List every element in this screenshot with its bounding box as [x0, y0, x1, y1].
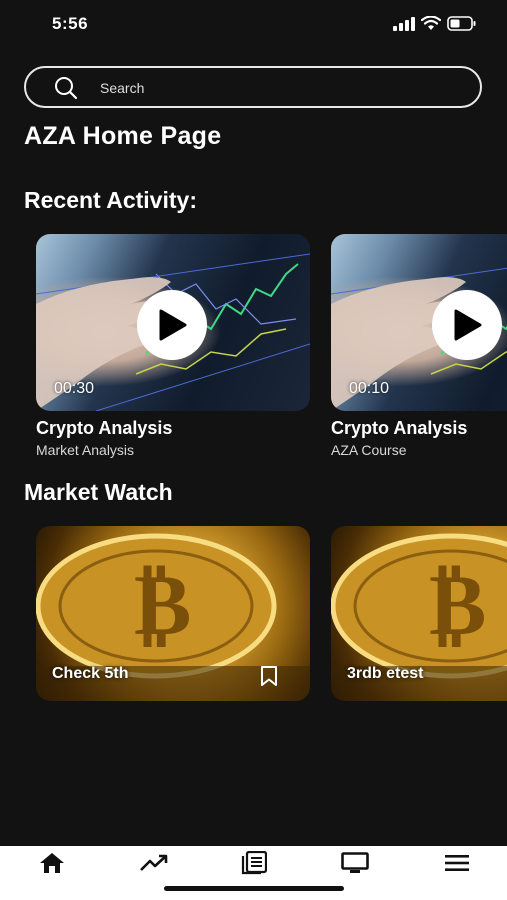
- status-bar: 5:56: [0, 0, 507, 48]
- news-icon: [241, 851, 267, 875]
- market-card-label: 3rdb etest: [347, 665, 424, 682]
- market-card[interactable]: ₿ 3rdb etest: [331, 526, 507, 701]
- monitor-icon: [341, 852, 369, 873]
- video-duration: 00:10: [349, 380, 390, 397]
- menu-icon: [445, 855, 469, 871]
- market-card-label: Check 5th: [52, 665, 129, 682]
- video-thumbnail[interactable]: 00:10: [331, 234, 507, 411]
- video-duration: 00:30: [54, 380, 95, 397]
- video-title: Crypto Analysis: [36, 418, 173, 438]
- battery-icon: [447, 16, 476, 31]
- nav-home[interactable]: [36, 850, 68, 876]
- nav-news[interactable]: [238, 850, 270, 876]
- app-screen: 5:56 AZA Home: [0, 0, 507, 900]
- market-watch-list: ₿ Check 5th ₿ 3rdb etest: [0, 526, 507, 766]
- trending-icon: [140, 854, 168, 871]
- video-card[interactable]: 00:30 Crypto Analysis Market Analysis: [36, 234, 310, 458]
- status-icons: [393, 16, 477, 31]
- search-bar[interactable]: [24, 66, 482, 108]
- video-title: Crypto Analysis: [331, 418, 468, 438]
- page-title: AZA Home Page: [24, 122, 222, 150]
- signal-icon: [393, 16, 415, 31]
- video-card[interactable]: 00:10 Crypto Analysis AZA Course: [331, 234, 507, 458]
- play-icon: [159, 309, 187, 341]
- svg-text:₿: ₿: [134, 554, 191, 655]
- bookmark-icon[interactable]: [260, 666, 278, 686]
- status-time: 5:56: [52, 14, 89, 33]
- home-indicator: [164, 886, 344, 891]
- home-icon: [40, 853, 64, 873]
- video-subtitle: Market Analysis: [36, 442, 135, 458]
- play-button[interactable]: [137, 290, 207, 360]
- recent-activity-title: Recent Activity:: [24, 187, 197, 213]
- video-subtitle: AZA Course: [331, 442, 407, 458]
- market-watch-title: Market Watch: [24, 479, 173, 505]
- search-icon: [55, 77, 78, 100]
- nav-monitor[interactable]: [339, 850, 371, 876]
- play-icon: [454, 309, 482, 341]
- bottom-nav: [0, 846, 507, 900]
- recent-activity-list: 00:30 Crypto Analysis Market Analysis 00…: [0, 234, 507, 474]
- video-thumbnail[interactable]: 00:30: [36, 234, 310, 411]
- wifi-icon: [421, 16, 441, 30]
- svg-text:₿: ₿: [429, 554, 486, 655]
- play-button[interactable]: [432, 290, 502, 360]
- market-card[interactable]: ₿ Check 5th: [36, 526, 310, 701]
- search-input[interactable]: [98, 74, 462, 102]
- nav-menu[interactable]: [441, 850, 473, 876]
- nav-trending[interactable]: [138, 850, 170, 876]
